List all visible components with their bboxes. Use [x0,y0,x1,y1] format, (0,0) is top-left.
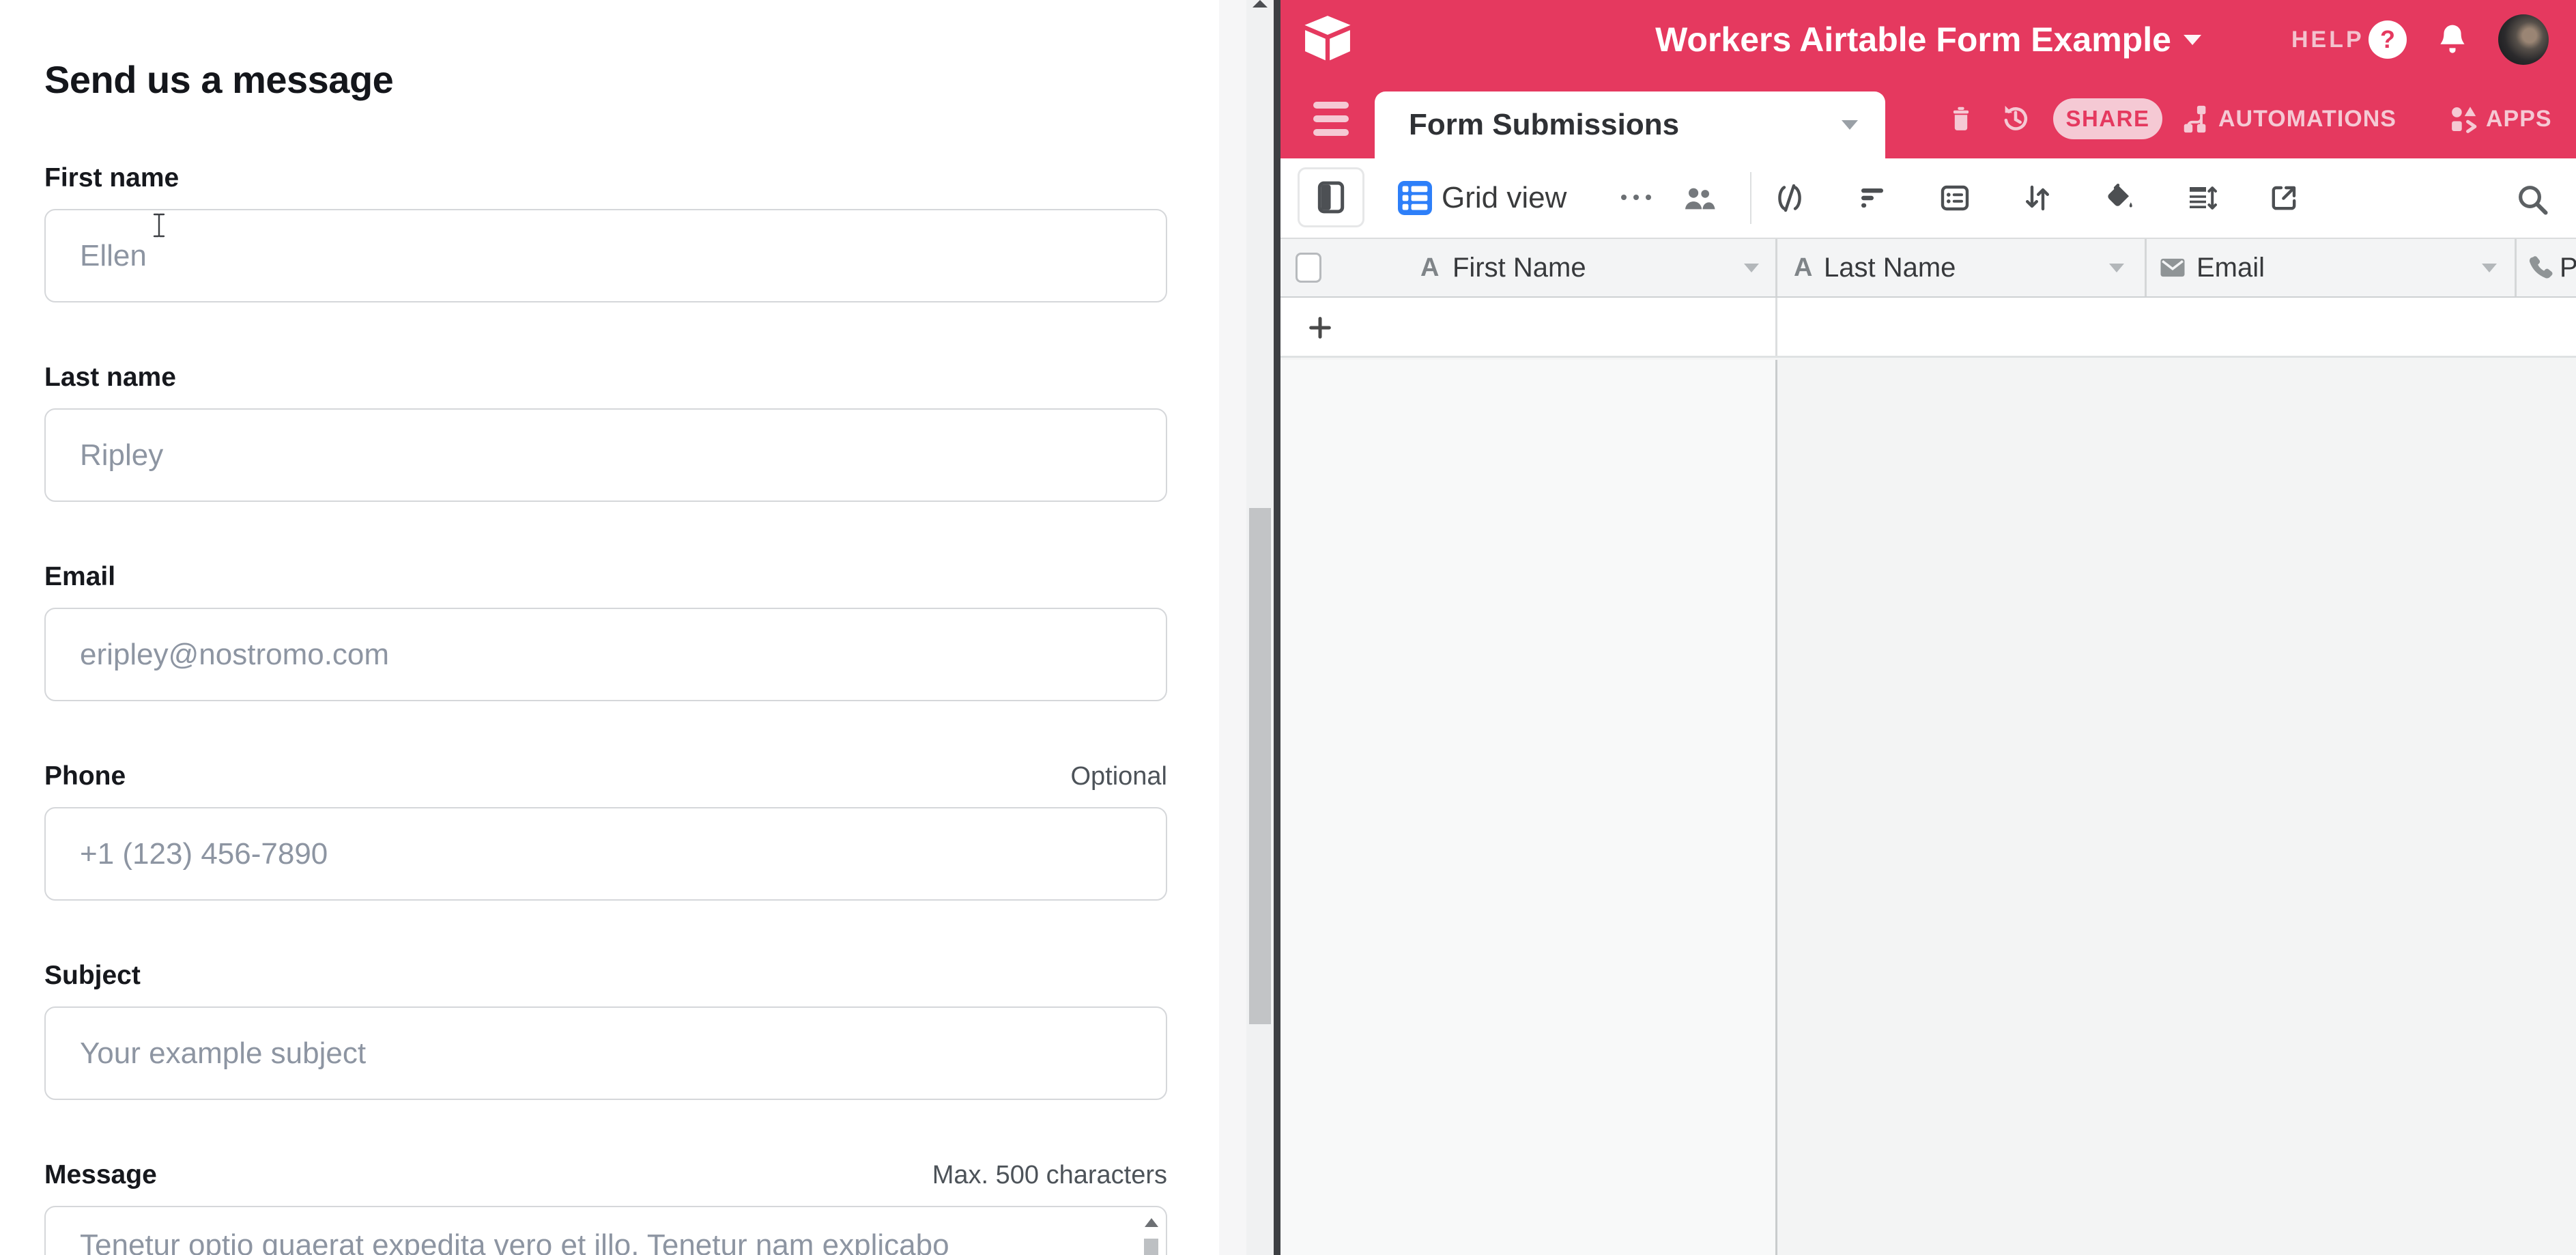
page-gutter [1219,0,1246,1255]
collaborators-icon[interactable] [1682,182,1716,216]
form-content: Send us a message First name Last name E… [44,0,1167,1255]
notifications-bell-icon[interactable] [2434,21,2471,58]
window-divider [1274,0,1280,1255]
filter-icon[interactable] [1856,182,1889,214]
field-first-name: First name [44,163,1167,302]
column-divider [1775,298,1777,356]
view-sidebar-toggle-button[interactable] [1298,167,1364,227]
automations-icon [2180,103,2212,135]
subject-label: Subject [44,961,141,991]
color-icon[interactable] [2103,182,2136,214]
airtable-window: Workers Airtable Form Example HELP ? For… [1280,0,2576,1255]
grid-view-icon[interactable] [1398,181,1432,215]
column-menu-caret-icon[interactable] [1744,264,1759,272]
phone-hint: Optional [1070,762,1167,791]
phone-input[interactable] [44,807,1167,901]
sidebar-panel-icon [1314,178,1348,216]
search-icon[interactable] [2515,182,2550,217]
subject-input[interactable] [44,1006,1167,1100]
add-record-row[interactable] [1280,298,2576,358]
column-menu-caret-icon[interactable] [2109,264,2124,272]
chevron-down-icon [2184,35,2201,45]
sort-icon[interactable] [2021,182,2054,214]
form-window-scrollbar-thumb[interactable] [1249,508,1271,1024]
last-name-label: Last name [44,363,176,393]
apps-label: APPS [2486,106,2552,132]
phone-label: Phone [44,761,126,791]
field-phone: Phone Optional [44,761,1167,901]
field-type-email-icon [2158,239,2187,296]
column-divider[interactable] [2145,239,2147,296]
column-header-phone[interactable]: Phone [2560,239,2576,296]
form-title: Send us a message [44,57,1167,102]
message-textarea[interactable]: Tenetur optio quaerat expedita vero et i… [44,1206,1167,1255]
grid-body [1280,360,2576,1255]
add-record-plus-icon[interactable] [1306,314,1334,341]
user-avatar[interactable] [2498,14,2549,65]
share-button[interactable]: SHARE [2053,98,2162,139]
trash-button[interactable] [1945,79,1977,158]
automations-button[interactable]: AUTOMATIONS [2180,79,2396,158]
message-scrollbar[interactable] [1143,1211,1160,1255]
hamburger-menu-icon[interactable] [1313,102,1349,136]
view-options-ellipsis-icon[interactable] [1618,188,1654,206]
field-subject: Subject [44,961,1167,1100]
share-view-icon[interactable] [2267,182,2300,214]
message-hint: Max. 500 characters [932,1161,1167,1190]
field-last-name: Last name [44,363,1167,502]
form-window-scrollbar[interactable] [1246,0,1274,1255]
row-height-icon[interactable] [2186,182,2218,214]
help-button[interactable]: HELP [2291,0,2364,79]
screen: Send us a message First name Last name E… [0,0,2576,1255]
tab-form-submissions[interactable]: Form Submissions [1375,91,1885,158]
message-label: Message [44,1160,157,1190]
email-label: Email [44,562,115,592]
column-divider[interactable] [1775,239,1777,296]
first-name-input[interactable] [44,209,1167,302]
field-email: Email [44,562,1167,701]
table-tab-label: Form Submissions [1409,108,1842,142]
field-type-text-icon: A [1420,239,1439,296]
field-type-text-icon: A [1794,239,1812,296]
base-title-menu[interactable]: Workers Airtable Form Example [1655,0,2201,79]
message-scrollbar-thumb[interactable] [1144,1239,1158,1255]
column-menu-caret-icon[interactable] [2482,264,2497,272]
scroll-up-arrow-icon[interactable] [1145,1218,1158,1227]
view-toolbar: Grid view [1280,158,2576,238]
field-message: Message Max. 500 characters Tenetur opti… [44,1160,1167,1255]
select-all-checkbox[interactable] [1296,253,1321,283]
field-type-phone-icon [2525,239,2556,296]
column-header-email[interactable]: Email [2196,239,2265,296]
toolbar-divider [1750,172,1751,224]
base-title[interactable]: Workers Airtable Form Example [1655,20,2171,59]
first-name-label: First name [44,163,179,193]
airtable-topbar: Workers Airtable Form Example HELP ? [1280,0,2576,79]
form-window: Send us a message First name Last name E… [0,0,1219,1255]
grid-body-pinned-column [1280,360,1775,1255]
airtable-logo-icon[interactable] [1301,14,1354,66]
column-header-last-name[interactable]: Last Name [1824,239,1956,296]
airtable-tabbar: Form Submissions SHARE [1280,79,2576,158]
apps-button[interactable]: APPS [2448,79,2552,158]
view-name[interactable]: Grid view [1442,158,1566,238]
column-divider[interactable] [2515,239,2517,296]
automations-label: AUTOMATIONS [2218,106,2396,132]
scrollbar-up-arrow-icon[interactable] [1253,0,1268,8]
last-name-input[interactable] [44,408,1167,502]
group-icon[interactable] [1938,182,1971,214]
apps-icon [2448,103,2479,135]
ibeam-cursor-icon [152,213,167,238]
chevron-down-icon [1842,120,1858,130]
hide-fields-icon[interactable] [1773,182,1806,214]
column-header-first-name[interactable]: First Name [1452,239,1586,296]
grid-header-row: A First Name A Last Name Ema [1280,238,2576,298]
grid-body-scroll-area [1777,360,2576,1255]
email-input[interactable] [44,608,1167,701]
history-button[interactable] [1999,79,2033,158]
help-question-icon[interactable]: ? [2369,20,2407,59]
